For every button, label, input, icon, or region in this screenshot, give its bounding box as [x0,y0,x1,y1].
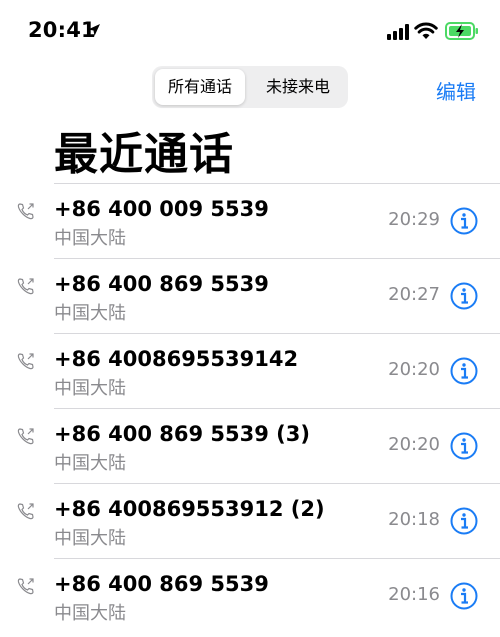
call-time: 20:20 [388,359,440,380]
call-time: 20:16 [388,584,440,605]
call-time: 20:27 [388,284,440,305]
outgoing-call-icon [17,428,34,445]
edit-button[interactable]: 编辑 [436,76,476,105]
info-icon[interactable] [450,282,478,310]
call-row[interactable]: +86 400 869 5539 (3) 中国大陆 20:20 [0,408,500,483]
call-region: 中国大陆 [54,603,126,624]
call-region: 中国大陆 [54,528,126,549]
call-region: 中国大陆 [54,453,126,474]
row-divider [54,408,500,409]
call-number: +86 4008695539142 [54,347,299,371]
call-row[interactable]: +86 400869553912 (2) 中国大陆 20:18 [0,483,500,558]
status-bar: 20:41 [0,0,500,60]
call-time: 20:29 [388,209,440,230]
call-number: +86 400 869 5539 (3) [54,422,310,446]
page-title: 最近通话 [54,129,234,180]
outgoing-call-icon [17,578,34,595]
info-icon[interactable] [450,582,478,610]
outgoing-call-icon [17,278,34,295]
call-number: +86 400 869 5539 [54,272,269,296]
info-icon[interactable] [450,207,478,235]
row-divider [54,558,500,559]
call-region: 中国大陆 [54,303,126,324]
location-arrow-icon [88,24,100,36]
wifi-icon [414,22,438,39]
row-divider [54,258,500,259]
row-divider [54,183,500,184]
call-number: +86 400 009 5539 [54,197,269,221]
row-divider [54,333,500,334]
call-filter-segmented-control: 所有通话 未接来电 [152,66,348,108]
segment-all-calls[interactable]: 所有通话 [155,69,245,105]
call-row[interactable]: +86 400 869 5539 中国大陆 20:16 [0,558,500,633]
call-time: 20:18 [388,509,440,530]
battery-charging-icon [445,22,478,40]
outgoing-call-icon [17,503,34,520]
outgoing-call-icon [17,353,34,370]
info-icon[interactable] [450,357,478,385]
row-divider [54,483,500,484]
call-row[interactable]: +86 4008695539142 中国大陆 20:20 [0,333,500,408]
call-region: 中国大陆 [54,378,126,399]
info-icon[interactable] [450,507,478,535]
call-row[interactable]: +86 400 009 5539 中国大陆 20:29 [0,183,500,258]
call-number: +86 400 869 5539 [54,572,269,596]
call-time: 20:20 [388,434,440,455]
segment-missed-calls[interactable]: 未接来电 [251,69,345,105]
recent-calls-list: +86 400 009 5539 中国大陆 20:29 +86 400 869 … [0,183,500,633]
cellular-signal-icon [387,24,409,40]
call-number: +86 400869553912 (2) [54,497,325,521]
outgoing-call-icon [17,203,34,220]
info-icon[interactable] [450,432,478,460]
call-region: 中国大陆 [54,228,126,249]
call-row[interactable]: +86 400 869 5539 中国大陆 20:27 [0,258,500,333]
